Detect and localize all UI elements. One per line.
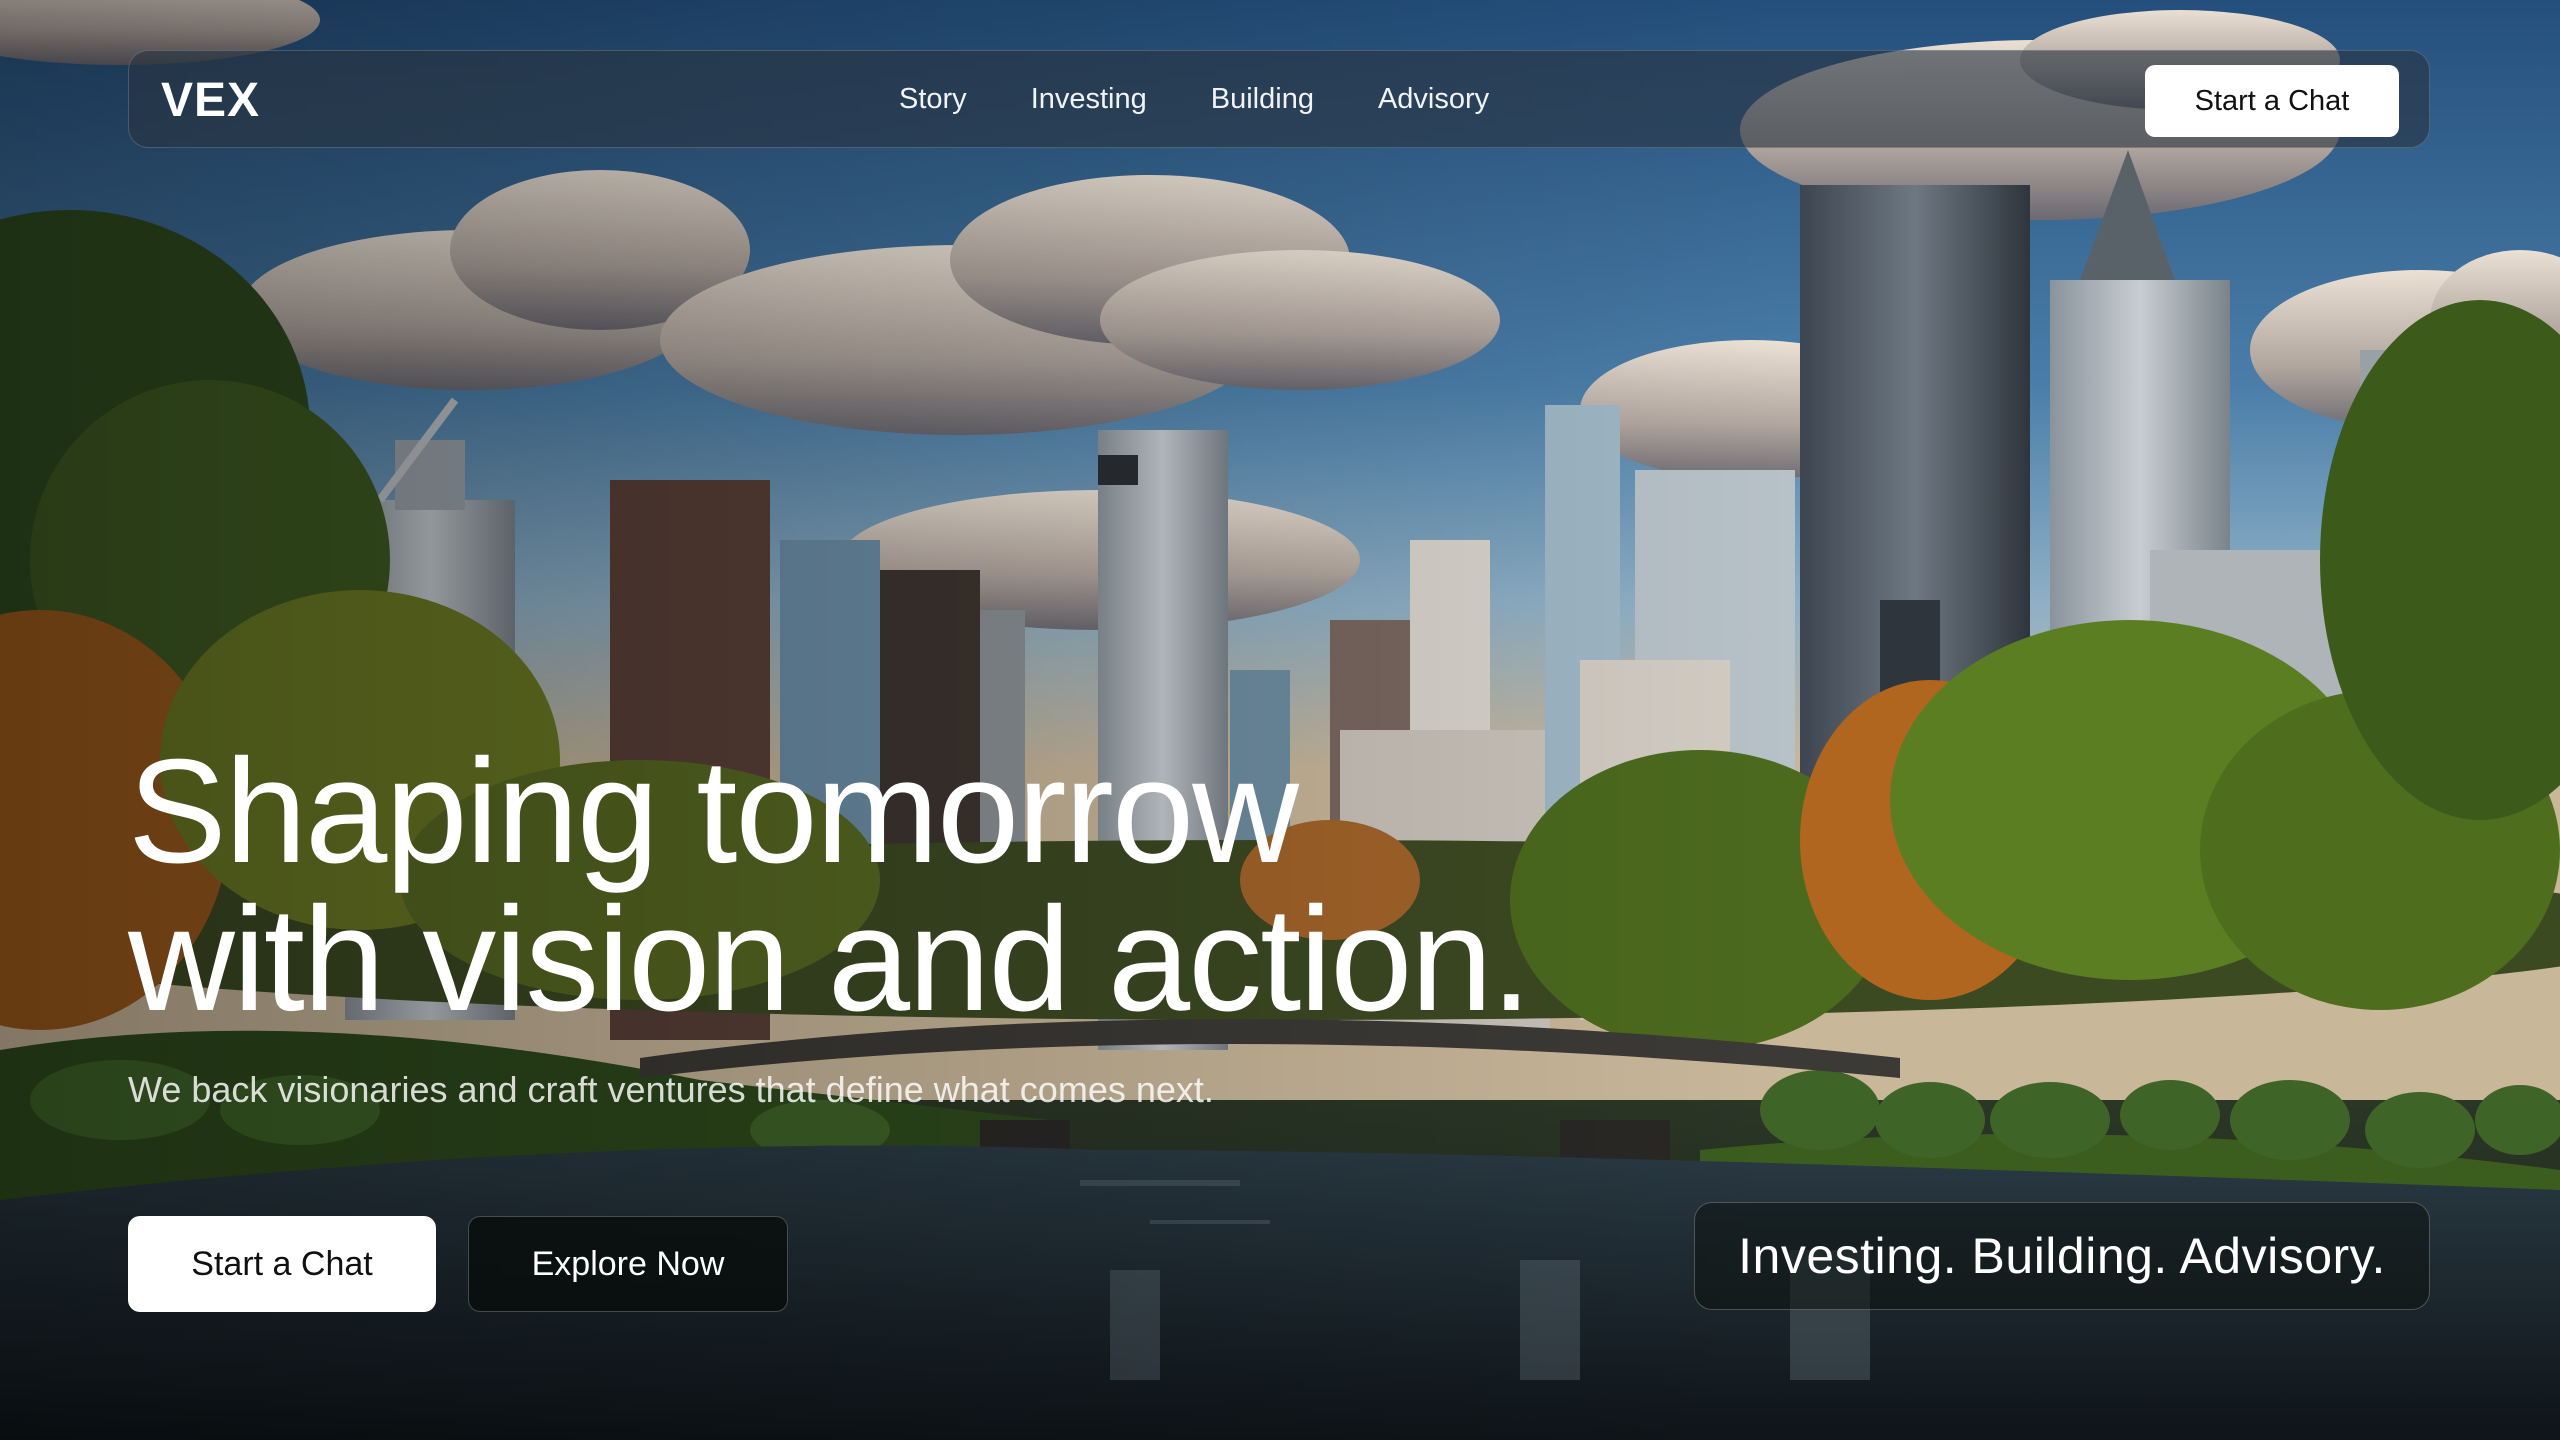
top-navigation-bar: VEX Story Investing Building Advisory St… <box>128 50 2430 148</box>
explore-now-button[interactable]: Explore Now <box>468 1216 788 1312</box>
start-chat-button[interactable]: Start a Chat <box>128 1216 436 1312</box>
nav-link-advisory[interactable]: Advisory <box>1378 83 1489 116</box>
hero-headline-line-2: with vision and action. <box>128 877 1532 1042</box>
nav-link-building[interactable]: Building <box>1211 83 1314 116</box>
hero-headline-line-1: Shaping tomorrow <box>128 729 1299 894</box>
hero-headline: Shaping tomorrow with vision and action. <box>128 738 1728 1034</box>
nav-link-story[interactable]: Story <box>899 83 967 116</box>
hero-subtitle: We back visionaries and craft ventures t… <box>128 1069 1214 1110</box>
tagline-badge: Investing. Building. Advisory. <box>1694 1202 2430 1310</box>
nav-links: Story Investing Building Advisory <box>899 83 1489 116</box>
logo[interactable]: VEX <box>161 73 260 128</box>
hero-section: VEX Story Investing Building Advisory St… <box>0 0 2560 1440</box>
start-chat-nav-button[interactable]: Start a Chat <box>2145 65 2399 137</box>
nav-link-investing[interactable]: Investing <box>1031 83 1147 116</box>
